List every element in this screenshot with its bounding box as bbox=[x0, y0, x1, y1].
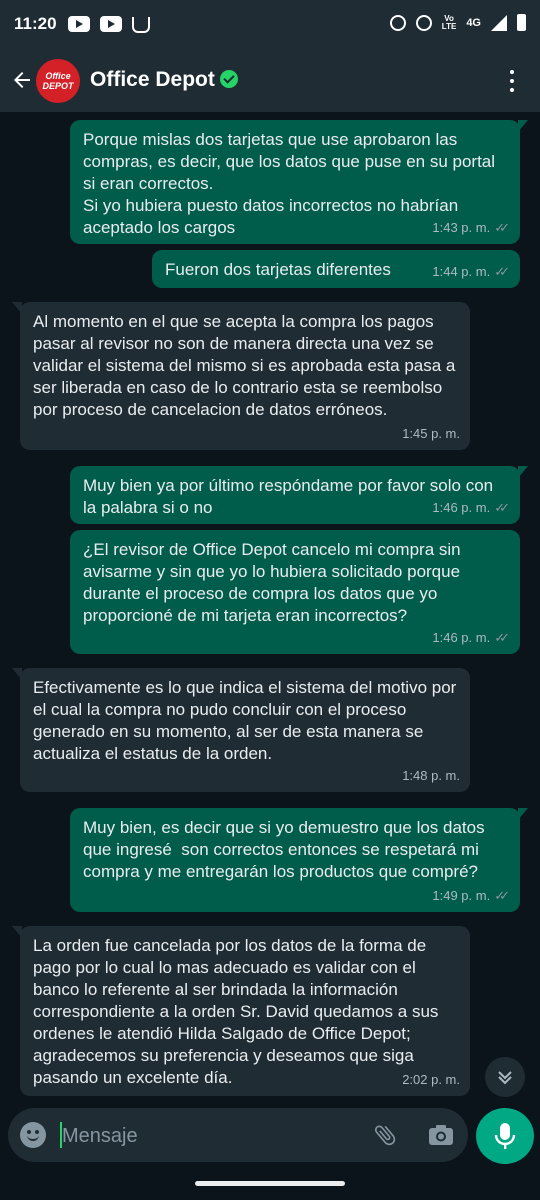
message-meta: 1:46 p. m. ✓✓ bbox=[432, 627, 510, 649]
notification-icons bbox=[68, 16, 150, 33]
more-options-icon[interactable] bbox=[506, 70, 518, 92]
emoji-icon[interactable] bbox=[20, 1122, 46, 1148]
message-meta: 1:49 p. m. ✓✓ bbox=[432, 885, 510, 907]
message-meta: 2:02 p. m. bbox=[402, 1069, 460, 1091]
status-time: 11:20 bbox=[14, 14, 57, 33]
status-bar: 11:20 Vo LTE 4G bbox=[0, 0, 540, 50]
message-meta: 1:43 p. m. ✓✓ bbox=[432, 217, 510, 239]
youtube-icon bbox=[68, 16, 90, 32]
battery-icon bbox=[517, 14, 526, 31]
message-meta: 1:45 p. m. bbox=[402, 423, 460, 445]
camera-icon[interactable] bbox=[428, 1124, 454, 1146]
signal-icon bbox=[491, 14, 507, 31]
message-time: 1:49 p. m. bbox=[432, 888, 491, 903]
message-time: 1:45 p. m. bbox=[402, 426, 460, 441]
message-bubble-outgoing[interactable]: ¿El revisor de Office Depot cancelo mi c… bbox=[70, 530, 520, 654]
message-bubble-outgoing[interactable]: Muy bien, es decir que si yo demuestro q… bbox=[70, 808, 528, 912]
attach-icon[interactable] bbox=[372, 1122, 398, 1148]
text-cursor bbox=[60, 1122, 62, 1148]
home-gesture-bar[interactable] bbox=[195, 1181, 345, 1186]
message-time: 1:44 p. m. bbox=[432, 264, 491, 279]
message-meta: 1:44 p. m. ✓✓ bbox=[432, 261, 510, 283]
read-receipt-icon: ✓✓ bbox=[494, 220, 510, 235]
avatar[interactable]: Office DEPOT bbox=[36, 59, 80, 103]
message-bubble-incoming[interactable]: La orden fue cancelada por los datos de … bbox=[12, 926, 470, 1096]
message-meta: 1:46 p. m. ✓✓ bbox=[432, 497, 510, 519]
message-bubble-outgoing[interactable]: Porque mislas dos tarjetas que use aprob… bbox=[70, 120, 528, 244]
mic-button[interactable] bbox=[476, 1108, 534, 1164]
message-bubble-incoming[interactable]: Al momento en el que se acepta la compra… bbox=[12, 302, 470, 450]
chat-header: Office DEPOT Office Depot bbox=[0, 50, 540, 112]
verified-icon bbox=[220, 70, 238, 88]
message-text: Efectivamente es lo que indica el sistem… bbox=[33, 678, 462, 763]
message-composer bbox=[8, 1108, 468, 1162]
message-text: La orden fue cancelada por los datos de … bbox=[33, 936, 444, 1087]
message-time: 1:43 p. m. bbox=[432, 220, 491, 235]
alarm-icon bbox=[389, 14, 406, 31]
message-time: 1:46 p. m. bbox=[432, 500, 491, 515]
mic-icon bbox=[494, 1123, 516, 1149]
message-text: Al momento en el que se acepta la compra… bbox=[33, 312, 461, 419]
message-list[interactable]: Porque mislas dos tarjetas que use aprob… bbox=[0, 112, 540, 1102]
system-navigation-bar bbox=[0, 1165, 540, 1200]
scroll-down-icon[interactable] bbox=[485, 1057, 525, 1097]
read-receipt-icon: ✓✓ bbox=[494, 264, 510, 279]
message-meta: 1:48 p. m. bbox=[402, 765, 460, 787]
read-receipt-icon: ✓✓ bbox=[494, 500, 510, 515]
message-bubble-outgoing[interactable]: Fueron dos tarjetas diferentes 1:44 p. m… bbox=[152, 250, 520, 288]
message-input[interactable] bbox=[60, 1118, 354, 1154]
system-icons: Vo LTE 4G bbox=[389, 13, 526, 31]
read-receipt-icon: ✓✓ bbox=[494, 630, 510, 645]
shopping-bag-icon bbox=[132, 17, 150, 33]
youtube-icon bbox=[100, 16, 122, 32]
message-time: 2:02 p. m. bbox=[402, 1072, 460, 1087]
contact-name[interactable]: Office Depot bbox=[90, 68, 215, 92]
message-bubble-incoming[interactable]: Efectivamente es lo que indica el sistem… bbox=[12, 668, 470, 792]
message-bubble-outgoing[interactable]: Muy bien ya por último respóndame por fa… bbox=[70, 466, 528, 524]
message-text: Muy bien, es decir que si yo demuestro q… bbox=[83, 818, 490, 881]
back-arrow-icon[interactable] bbox=[10, 66, 34, 94]
message-text: ¿El revisor de Office Depot cancelo mi c… bbox=[83, 540, 466, 625]
message-time: 1:48 p. m. bbox=[402, 768, 460, 783]
message-time: 1:46 p. m. bbox=[432, 630, 491, 645]
read-receipt-icon: ✓✓ bbox=[494, 888, 510, 903]
network-type: 4G bbox=[466, 16, 481, 29]
volte-indicator: Vo LTE bbox=[441, 13, 457, 31]
data-saver-icon bbox=[415, 14, 432, 31]
